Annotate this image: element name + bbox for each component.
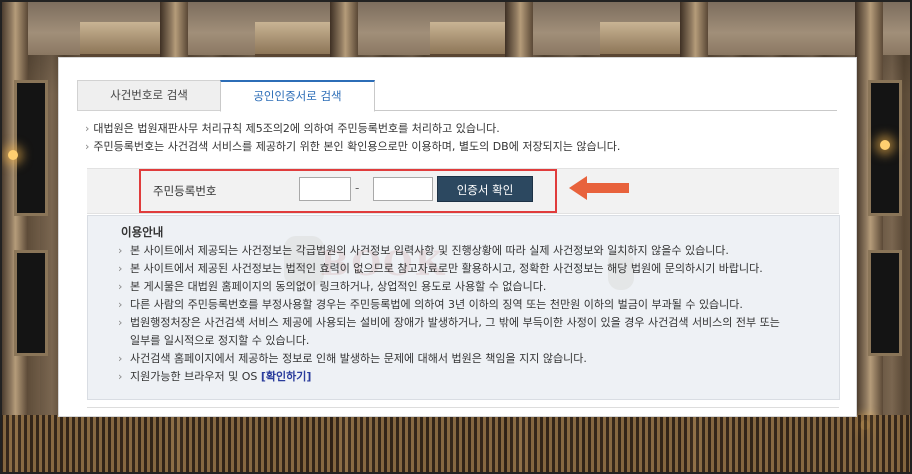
left-arrow-icon — [569, 176, 629, 200]
usage-guide-list: › 본 사이트에서 제공되는 사건정보는 각급법원의 사건정보 입력사항 및 진행… — [118, 242, 780, 386]
list-item: › 본 사이트에서 제공된 사건정보는 법적인 효력이 없으므로 참고자료로만 활… — [118, 262, 763, 275]
list-item: › 본 게시물은 대법원 홈페이지의 동의없이 링크하거나, 상업적인 용도로 사… — [118, 280, 547, 293]
divider — [87, 407, 839, 408]
search-tabs: 사건번호로 검색 공인인증서로 검색 — [77, 80, 837, 112]
tab-case-number-search[interactable]: 사건번호로 검색 — [77, 80, 221, 111]
list-item-continuation: 일부를 일시적으로 정지할 수 있습니다. — [130, 334, 310, 347]
usage-guide-title: 이용안내 — [121, 225, 164, 239]
tab-certificate-search[interactable]: 공인인증서로 검색 — [220, 80, 375, 112]
usage-guide: BOOK 이용안내 › 본 사이트에서 제공되는 사건정보는 각급법원의 사건정보… — [87, 215, 840, 400]
list-item: › 다른 사람의 주민등록번호를 부정사용할 경우는 주민등록법에 의하여 3년 … — [118, 298, 743, 311]
case-search-panel: 사건번호로 검색 공인인증서로 검색 › 대법원은 법원재판사무 처리규칙 제5조… — [58, 57, 857, 417]
notice-item: › 대법원은 법원재판사무 처리규칙 제5조의2에 의하여 주민등록번호를 처리하… — [85, 122, 500, 135]
list-item: › 사건검색 홈페이지에서 제공하는 정보로 인해 발생하는 문제에 대해서 법원… — [118, 352, 587, 365]
list-item: › 법원행정처장은 사건검색 서비스 제공에 사용되는 설비에 장애가 발생하거나… — [118, 316, 780, 329]
notice-item: › 주민등록번호는 사건검색 서비스를 제공하기 위한 본인 확인용으로만 이용하… — [85, 140, 621, 153]
highlight-box — [139, 169, 557, 213]
list-item: › 지원가능한 브라우저 및 OS [확인하기] — [118, 370, 312, 383]
privacy-notice: › 대법원은 법원재판사무 처리규칙 제5조의2에 의하여 주민등록번호를 처리하… — [85, 120, 620, 156]
list-item: › 본 사이트에서 제공되는 사건정보는 각급법원의 사건정보 입력사항 및 진행… — [118, 244, 729, 257]
browser-os-check-link[interactable]: [확인하기] — [261, 370, 312, 383]
